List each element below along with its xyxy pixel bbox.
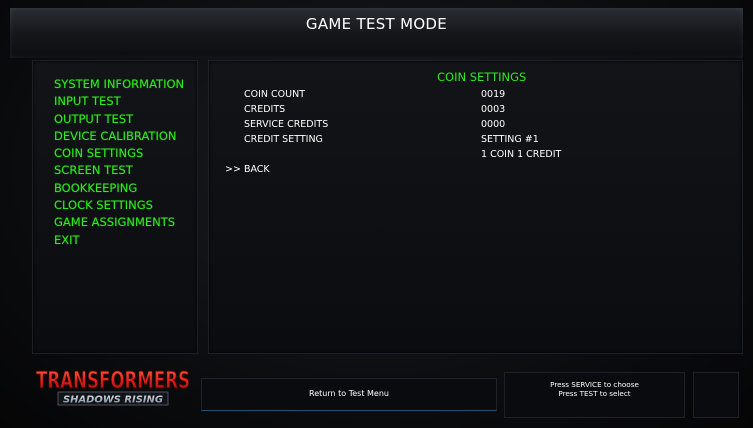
service-credits-label: SERVICE CREDITS: [244, 119, 329, 130]
content-panel: COIN SETTINGS COIN COUNT 0019 CREDITS 00…: [208, 60, 743, 354]
logo-title: TRANSFORMERS: [36, 368, 190, 394]
return-to-test-menu-button[interactable]: Return to Test Menu: [201, 378, 497, 411]
hint-service: Press SERVICE to choose: [550, 380, 639, 389]
service-credits-value: 0000: [481, 119, 506, 130]
menu-item-screen-test[interactable]: SCREEN TEST: [54, 162, 184, 179]
controls-hint: Press SERVICE to choose Press TEST to se…: [505, 380, 684, 398]
menu-list: SYSTEM INFORMATION INPUT TEST OUTPUT TES…: [54, 76, 184, 249]
back-button[interactable]: >> BACK: [225, 164, 270, 175]
coin-count-label: COIN COUNT: [244, 89, 306, 100]
controls-hint-box: Press SERVICE to choose Press TEST to se…: [504, 372, 685, 418]
menu-item-input-test[interactable]: INPUT TEST: [54, 93, 184, 110]
logo-subtitle: SHADOWS RISING: [63, 395, 163, 406]
section-title: COIN SETTINGS: [437, 70, 527, 84]
menu-item-output-test[interactable]: OUTPUT TEST: [54, 111, 184, 128]
menu-item-device-calibration[interactable]: DEVICE CALIBRATION: [54, 128, 184, 145]
menu-item-game-assignments[interactable]: GAME ASSIGNMENTS: [54, 214, 184, 231]
menu-item-bookkeeping[interactable]: BOOKKEEPING: [54, 180, 184, 197]
credit-setting-value[interactable]: SETTING #1: [481, 134, 539, 145]
hint-test: Press TEST to select: [558, 389, 631, 398]
credit-setting-detail: 1 COIN 1 CREDIT: [481, 149, 562, 160]
page-title: GAME TEST MODE: [305, 15, 448, 33]
menu-panel: SYSTEM INFORMATION INPUT TEST OUTPUT TES…: [32, 60, 198, 354]
coin-count-value: 0019: [481, 89, 506, 100]
menu-item-exit[interactable]: EXIT: [54, 232, 184, 249]
transformers-logo: TRANSFORMERS SHADOWS RISING: [36, 368, 191, 406]
credits-value: 0003: [481, 104, 506, 115]
return-label: Return to Test Menu: [309, 389, 389, 398]
menu-item-coin-settings[interactable]: COIN SETTINGS: [54, 145, 184, 162]
credit-setting-label: CREDIT SETTING: [244, 134, 323, 145]
menu-item-system-information[interactable]: SYSTEM INFORMATION: [54, 76, 184, 93]
blank-panel: [693, 372, 739, 418]
test-mode-screen: GAME TEST MODE SYSTEM INFORMATION INPUT …: [0, 0, 753, 428]
menu-item-clock-settings[interactable]: CLOCK SETTINGS: [54, 197, 184, 214]
credits-label: CREDITS: [244, 104, 286, 115]
